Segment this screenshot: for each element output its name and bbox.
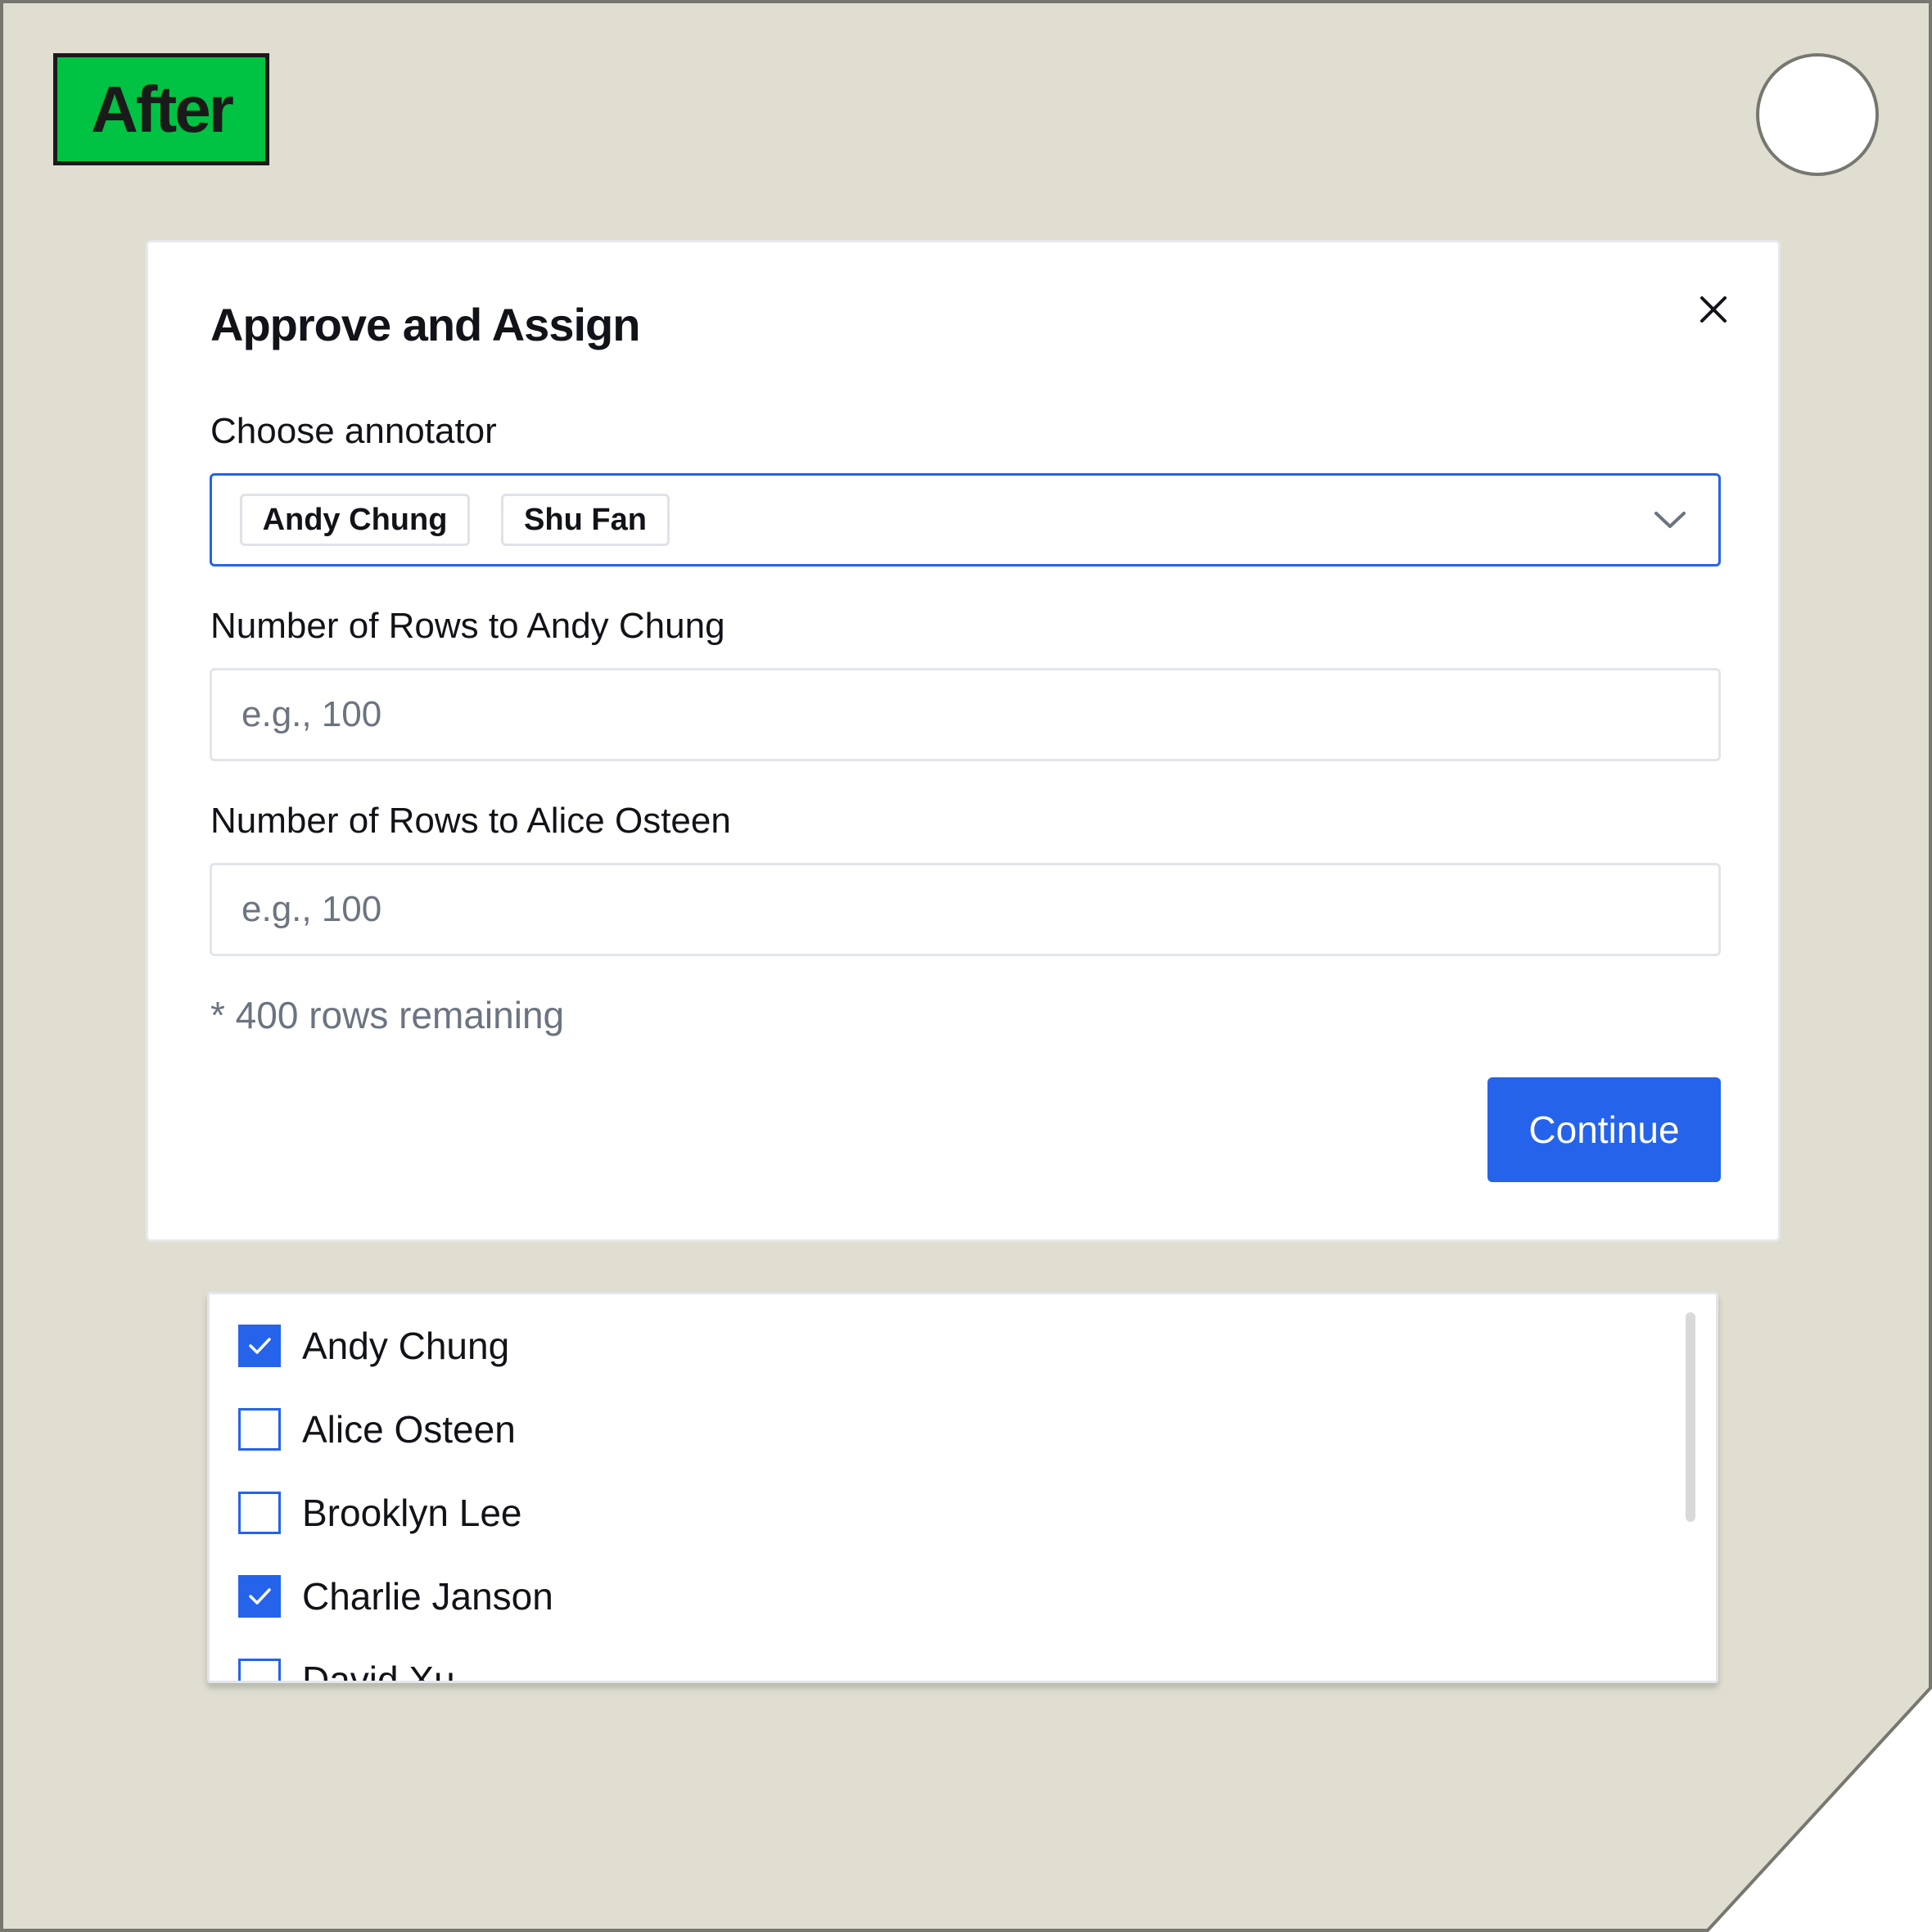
checkbox[interactable] — [238, 1575, 281, 1618]
after-badge: After — [53, 53, 269, 165]
option-david-xu[interactable]: David Xu — [238, 1655, 455, 1683]
page: After Approve and Assign Choose annotato… — [0, 0, 1932, 1932]
annotator-dropdown-list[interactable]: Andy Chung Alice Osteen Brooklyn Lee Cha… — [207, 1292, 1718, 1683]
rows-remaining-note: * 400 rows remaining — [210, 994, 565, 1036]
continue-button[interactable]: Continue — [1487, 1077, 1721, 1182]
checkbox[interactable] — [238, 1659, 281, 1681]
option-label: Alice Osteen — [302, 1408, 516, 1451]
annotator-chip[interactable]: Andy Chung — [240, 494, 470, 546]
chevron-down-icon[interactable] — [1651, 505, 1689, 533]
tag-hole — [1756, 53, 1879, 176]
rows-alice-label: Number of Rows to Alice Osteen — [210, 801, 731, 841]
close-button[interactable] — [1689, 285, 1738, 334]
option-label: Andy Chung — [302, 1325, 510, 1367]
annotator-chip[interactable]: Shu Fan — [501, 494, 670, 546]
option-andy-chung[interactable]: Andy Chung — [238, 1321, 509, 1370]
checkbox[interactable] — [238, 1408, 281, 1451]
option-charlie-janson[interactable]: Charlie Janson — [238, 1572, 553, 1621]
annotator-select[interactable]: Andy Chung Shu Fan — [210, 473, 1721, 567]
rows-andy-label: Number of Rows to Andy Chung — [210, 606, 725, 646]
option-brooklyn-lee[interactable]: Brooklyn Lee — [238, 1488, 522, 1537]
rows-alice-input[interactable] — [210, 863, 1721, 956]
checkbox[interactable] — [238, 1492, 281, 1534]
dropdown-scrollbar[interactable] — [1686, 1312, 1695, 1522]
option-label: David Xu — [302, 1659, 455, 1683]
annotator-label: Choose annotator — [210, 411, 497, 451]
check-icon — [249, 1338, 271, 1354]
checkbox[interactable] — [238, 1325, 281, 1367]
approve-assign-modal: Approve and Assign Choose annotator Andy… — [146, 240, 1781, 1242]
modal-title: Approve and Assign — [210, 299, 640, 350]
rows-andy-input[interactable] — [210, 668, 1721, 761]
option-alice-osteen[interactable]: Alice Osteen — [238, 1405, 516, 1454]
check-icon — [249, 1588, 271, 1605]
close-icon — [1700, 296, 1727, 323]
option-label: Charlie Janson — [302, 1575, 553, 1618]
option-label: Brooklyn Lee — [302, 1492, 522, 1534]
